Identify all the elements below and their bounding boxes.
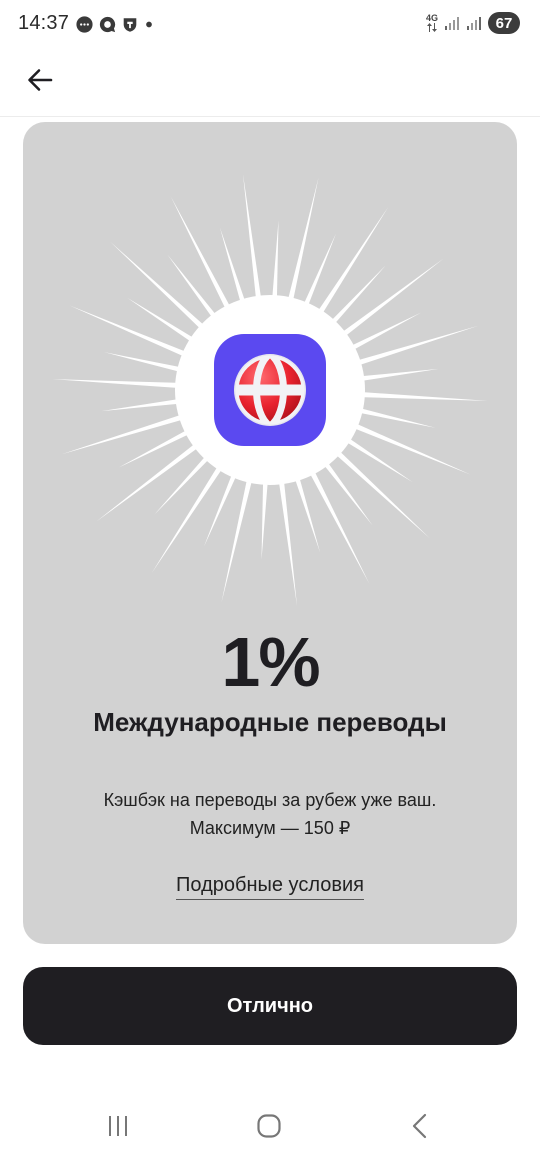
arrow-left-icon xyxy=(28,69,53,91)
description-line-1: Кэшбэк на переводы за рубеж уже ваш. xyxy=(103,790,437,810)
dot-icon xyxy=(146,21,152,28)
system-nav-bar xyxy=(0,1096,540,1158)
data-arrows-icon xyxy=(426,23,437,32)
recents-button[interactable] xyxy=(98,1110,138,1142)
home-button[interactable] xyxy=(249,1110,289,1142)
globe-icon xyxy=(234,354,306,426)
signal-icon xyxy=(445,17,459,30)
chat-bubble-icon xyxy=(99,16,116,33)
confirm-button[interactable]: Отлично xyxy=(23,967,517,1045)
network-label: 4G xyxy=(425,13,438,23)
top-bar xyxy=(0,48,540,114)
screen: 14:37 4G 67 1% Международные переводы Кэ… xyxy=(0,0,540,1158)
promo-card: 1% Международные переводы Кэшбэк на пере… xyxy=(23,122,517,944)
terms-link-wrap: Подробные условия xyxy=(23,874,517,900)
nav-back-button[interactable] xyxy=(400,1110,440,1142)
status-time: 14:37 xyxy=(18,12,70,34)
signal-icon-2 xyxy=(467,17,481,30)
header-divider xyxy=(0,116,540,117)
status-right: 4G 67 xyxy=(426,12,520,34)
shield-icon xyxy=(123,18,137,32)
network-indicator: 4G xyxy=(426,14,438,32)
home-icon xyxy=(257,1114,281,1138)
message-bubble-icon xyxy=(76,16,93,33)
back-chevron-icon xyxy=(412,1113,427,1139)
promo-title: Международные переводы xyxy=(93,707,447,737)
app-icon xyxy=(214,334,326,446)
recents-icon xyxy=(109,1116,127,1136)
description-line-2: Максимум — 150 ₽ xyxy=(189,818,351,838)
back-button[interactable] xyxy=(22,62,58,98)
notification-icons xyxy=(75,15,155,34)
cashback-percent: 1% xyxy=(221,623,320,701)
terms-link[interactable]: Подробные условия xyxy=(176,874,364,900)
battery-indicator: 67 xyxy=(488,12,520,34)
status-bar: 14:37 4G 67 xyxy=(0,0,540,48)
promo-description: Кэшбэк на переводы за рубеж уже ваш. Мак… xyxy=(53,786,487,842)
